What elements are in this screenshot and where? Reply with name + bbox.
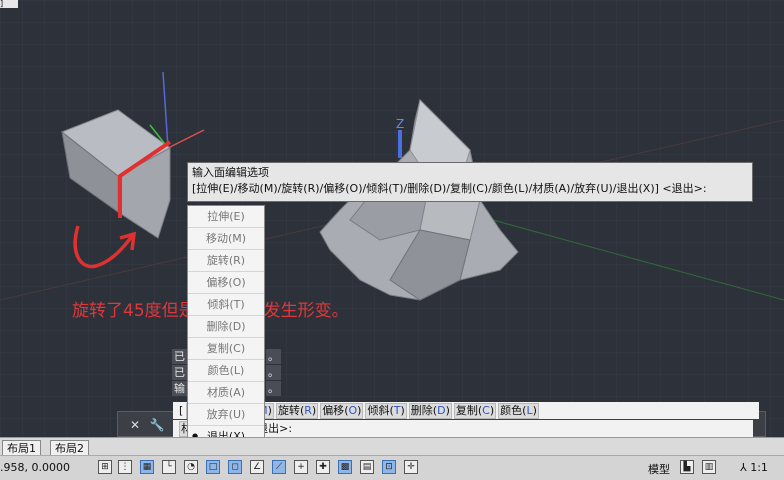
infer-constraints-icon[interactable]: ⊞	[98, 460, 112, 474]
otrack-icon[interactable]: ∠	[250, 460, 264, 474]
command-option-t[interactable]: 倾斜(T)	[365, 403, 407, 419]
menu-item-3[interactable]: 偏移(O)	[188, 272, 264, 294]
snap-icon[interactable]: ⋮	[118, 460, 132, 474]
menu-item-4[interactable]: 倾斜(T)	[188, 294, 264, 316]
ducs-icon[interactable]: ⟋	[272, 460, 286, 474]
drawing-viewport[interactable]: Z ] 旋转了45度但是立方体会发生形变。 已 已 输 。 。 。 ✕ 🔧 [拉…	[0, 0, 784, 437]
grid-display-icon[interactable]: ▦	[140, 460, 154, 474]
menu-item-8[interactable]: 材质(A)	[188, 382, 264, 404]
dynamic-input-icon[interactable]: +	[294, 460, 308, 474]
3d-osnap-icon[interactable]: ◻	[228, 460, 242, 474]
command-option-d[interactable]: 删除(D)	[408, 403, 452, 419]
command-option-l[interactable]: 颜色(L)	[498, 403, 539, 419]
history-suffix-3: 。	[266, 381, 281, 396]
layout-tabs: 布局1 布局2	[0, 437, 784, 456]
menu-item-1[interactable]: 移动(M)	[188, 228, 264, 250]
quick-view-layouts-icon[interactable]: ▙	[680, 460, 694, 474]
tooltip-title: 输入面编辑选项	[192, 166, 269, 179]
menu-item-5[interactable]: 删除(D)	[188, 316, 264, 338]
coordinate-readout: .958, 0.0000	[0, 461, 70, 474]
history-suffix-1: 。	[266, 349, 281, 364]
quick-properties-icon[interactable]: ▤	[360, 460, 374, 474]
close-icon[interactable]: ✕	[126, 417, 144, 433]
window-title-fragment: ]	[0, 0, 18, 8]
menu-item-9[interactable]: 放弃(U)	[188, 404, 264, 426]
object-snap-icon[interactable]: □	[206, 460, 220, 474]
transparency-icon[interactable]: ▩	[338, 460, 352, 474]
command-option-c[interactable]: 复制(C)	[453, 403, 497, 419]
menu-item-6[interactable]: 复制(C)	[188, 338, 264, 360]
annotation-monitor-icon[interactable]: ✛	[404, 460, 418, 474]
selection-cycling-icon[interactable]: ⊡	[382, 460, 396, 474]
tab-layout1[interactable]: 布局1	[2, 440, 41, 456]
history-line-1: 已	[172, 349, 187, 364]
menu-item-0[interactable]: 拉伸(E)	[188, 206, 264, 228]
history-line-3: 输	[172, 381, 187, 396]
history-line-2: 已	[172, 365, 187, 380]
lineweight-icon[interactable]: ✚	[316, 460, 330, 474]
quick-view-drawings-icon[interactable]: ▥	[702, 460, 716, 474]
annotation-scale[interactable]: ⅄ 1:1	[740, 461, 768, 474]
polar-icon[interactable]: ◔	[184, 460, 198, 474]
command-option-o[interactable]: 偏移(O)	[320, 403, 364, 419]
ucs-z-label: Z	[396, 117, 404, 131]
viewport-scene: Z	[0, 0, 784, 437]
tooltip-options-line: [拉伸(E)/移动(M)/旋转(R)/偏移(O)/倾斜(T)/删除(D)/复制(…	[192, 182, 707, 195]
command-option-r[interactable]: 旋转(R)	[275, 403, 319, 419]
tab-layout2[interactable]: 布局2	[50, 440, 89, 456]
ortho-icon[interactable]: └	[162, 460, 176, 474]
menu-item-10[interactable]: 退出(X)	[188, 426, 264, 437]
edit-options-tooltip: 输入面编辑选项 [拉伸(E)/移动(M)/旋转(R)/偏移(O)/倾斜(T)/删…	[187, 162, 753, 202]
menu-item-7[interactable]: 颜色(L)	[188, 360, 264, 382]
history-suffix-2: 。	[266, 365, 281, 380]
menu-item-2[interactable]: 旋转(R)	[188, 250, 264, 272]
options-context-menu[interactable]: 拉伸(E) 移动(M) 旋转(R) 偏移(O) 倾斜(T) 删除(D) 复制(C) 颜色(L)…	[187, 205, 265, 437]
status-bar: .958, 0.0000 ⊞ ⋮ ▦ └ ◔ □ ◻ ∠ ⟋ + ✚ ▩ ▤ ⊡…	[0, 455, 784, 480]
wrench-icon[interactable]: 🔧	[148, 417, 166, 433]
model-label[interactable]: 模型	[648, 461, 670, 477]
command-prefix: [	[179, 404, 184, 417]
